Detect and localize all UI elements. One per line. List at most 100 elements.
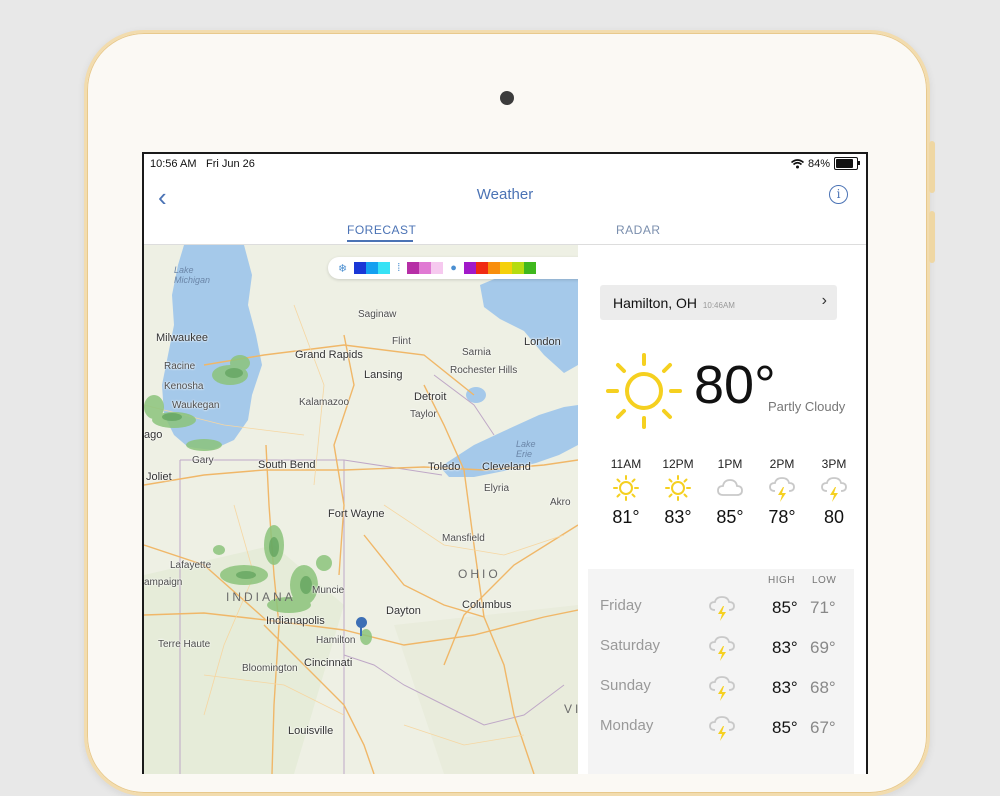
mix-swatch-2	[419, 262, 432, 274]
info-button[interactable]: i	[829, 185, 848, 204]
sun-icon	[665, 475, 691, 501]
mix-swatch-3	[431, 262, 444, 274]
city-gary: Gary	[192, 455, 214, 466]
radar-legend[interactable]: ❄ ⁞ ●	[328, 257, 578, 279]
tab-bar: FORECAST RADAR	[144, 220, 866, 245]
city-grand-rapids: Grand Rapids	[295, 349, 363, 361]
active-tab-indicator	[347, 240, 413, 242]
rain-swatch-6	[523, 262, 536, 274]
forecast-panel: Hamilton, OH 10:46AM › 80° Partly Cloudy…	[578, 245, 866, 774]
chevron-right-icon: ›	[821, 292, 827, 309]
city-milwaukee: Milwaukee	[156, 332, 208, 344]
day-low: 67°	[810, 718, 836, 737]
city-london: London	[524, 336, 561, 348]
city-bloomington: Bloomington	[242, 663, 298, 674]
location-update-time: 10:46AM	[702, 301, 735, 310]
rain-swatch-4	[499, 262, 512, 274]
tab-radar[interactable]: RADAR	[616, 223, 661, 237]
hour-label: 11AM	[610, 457, 642, 471]
city-mansfield: Mansfield	[442, 533, 485, 544]
city-detroit: Detroit	[414, 391, 447, 403]
city-akron: Akro	[550, 497, 571, 508]
thunderstorm-icon	[769, 477, 795, 502]
status-time: 10:56 AM	[150, 158, 197, 170]
location-selector-button[interactable]: Hamilton, OH 10:46AM ›	[600, 285, 837, 320]
city-joliet: Joliet	[146, 471, 172, 483]
rain-swatch-3	[487, 262, 500, 274]
daily-row[interactable]: Sunday 83° 68°	[588, 671, 854, 707]
city-indianapolis: Indianapolis	[266, 615, 325, 627]
day-high: 85°	[772, 718, 798, 737]
tab-forecast[interactable]: FORECAST	[347, 223, 416, 237]
city-terre-haute: Terre Haute	[158, 639, 211, 650]
day-name: Friday	[600, 597, 642, 614]
city-champaign: ampaign	[144, 577, 183, 588]
mix-swatch-1	[407, 262, 420, 274]
hour-label: 12PM	[662, 457, 694, 471]
city-elyria: Elyria	[484, 483, 510, 494]
day-high: 83°	[772, 678, 798, 697]
daily-row[interactable]: Saturday 83° 69°	[588, 631, 854, 667]
day-low: 71°	[810, 598, 836, 617]
day-name: Saturday	[600, 637, 661, 654]
nav-bar: ‹ Weather i	[144, 176, 866, 220]
city-rochester-hills: Rochester Hills	[450, 365, 518, 376]
thunderstorm-icon	[709, 596, 735, 621]
high-header: HIGH	[768, 575, 795, 586]
daily-row[interactable]: Friday 85° 71°	[588, 591, 854, 627]
region-ohio: OHIO	[458, 567, 501, 581]
day-high: 83°	[772, 638, 798, 657]
lake-erie-label: Lake Erie	[516, 439, 536, 459]
thunderstorm-icon	[709, 636, 735, 661]
radar-map[interactable]: ❄ ⁞ ● Lake Michigan Lake Erie INDIANA OH…	[144, 245, 578, 774]
city-lafayette: Lafayette	[170, 560, 212, 571]
rain-drop-icon: ●	[450, 262, 457, 274]
city-flint: Flint	[392, 336, 411, 347]
day-low: 68°	[810, 678, 836, 697]
volume-up-button	[929, 141, 935, 193]
current-temperature: 80°	[694, 355, 776, 415]
rain-swatch-1	[463, 262, 476, 274]
rain-swatch-5	[511, 262, 524, 274]
hourly-item: 3PM 80	[808, 457, 860, 528]
hour-label: 1PM	[717, 457, 743, 471]
city-racine: Racine	[164, 361, 196, 372]
location-pin-stem	[360, 627, 362, 636]
snow-swatch-1	[354, 262, 367, 274]
page-title: Weather	[476, 186, 534, 203]
hourly-forecast[interactable]: 11AM 81° 12PM 83° 1PM 85° 2PM 78° 3PM 80	[578, 457, 866, 557]
daily-row[interactable]: Monday 85° 67°	[588, 711, 854, 747]
sun-icon	[613, 475, 639, 501]
city-chicago: ago	[144, 429, 163, 441]
thunderstorm-icon	[709, 676, 735, 701]
city-muncie: Muncie	[312, 585, 345, 596]
hour-temp: 78°	[768, 507, 796, 527]
city-dayton: Dayton	[386, 605, 421, 617]
battery-icon	[834, 157, 860, 170]
current-conditions: Partly Cloudy	[768, 399, 846, 414]
hour-temp: 80	[823, 507, 845, 527]
city-kenosha: Kenosha	[164, 381, 204, 392]
city-saginaw: Saginaw	[358, 309, 397, 320]
status-bar: 10:56 AM Fri Jun 26 84%	[144, 154, 866, 176]
city-sarnia: Sarnia	[462, 347, 491, 358]
city-louisville: Louisville	[288, 725, 334, 737]
city-hamilton: Hamilton	[316, 635, 356, 646]
battery-percent: 84%	[807, 157, 830, 170]
front-camera	[500, 91, 514, 105]
city-cincinnati: Cincinnati	[304, 657, 353, 669]
city-waukegan: Waukegan	[172, 400, 220, 411]
city-cleveland: Cleveland	[482, 461, 531, 473]
day-name: Sunday	[600, 677, 651, 694]
sun-icon	[606, 353, 682, 429]
city-kalamazoo: Kalamazoo	[299, 397, 350, 408]
city-toledo: Toledo	[428, 461, 461, 473]
city-fort-wayne: Fort Wayne	[328, 508, 385, 520]
snow-swatch-3	[378, 262, 391, 274]
hour-label: 2PM	[769, 457, 795, 471]
hour-temp: 83°	[664, 507, 692, 527]
hour-temp: 85°	[716, 507, 744, 527]
thunderstorm-icon	[709, 716, 735, 741]
daily-forecast: HIGH LOW Friday 85° 71° Saturday 83° 69°…	[588, 569, 854, 774]
hourly-item: 11AM 81°	[600, 457, 652, 528]
